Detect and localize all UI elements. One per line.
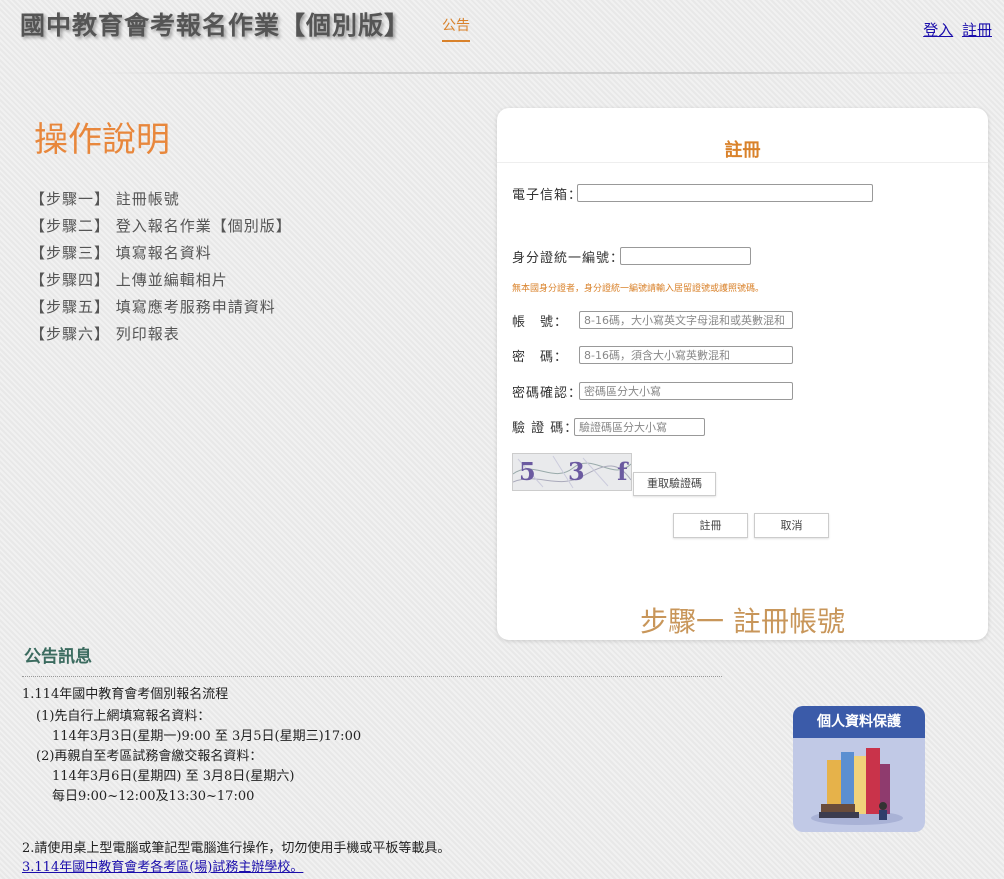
exam-schools-link[interactable]: 3.114年國中教育會考各考區(場)試務主辦學校。 [22, 856, 303, 875]
privacy-title: 個人資料保護 [793, 706, 925, 738]
step-item[interactable]: 【步驟一】 註冊帳號 [30, 188, 292, 215]
announcement-line: 114年3月6日(星期四) 至 3月8日(星期六) [52, 769, 295, 784]
login-link[interactable]: 登入 [923, 21, 953, 39]
step-item[interactable]: 【步驟六】 列印報表 [30, 323, 292, 350]
submit-button[interactable]: 註冊 [673, 513, 748, 538]
captcha-image: 5 3 f 0 [512, 453, 677, 491]
header-divider [80, 72, 1000, 74]
captcha-field[interactable] [574, 418, 705, 436]
register-link[interactable]: 註冊 [962, 21, 992, 39]
ops-title: 操作說明 [34, 120, 170, 160]
refresh-captcha-button[interactable]: 重取驗證碼 [633, 472, 716, 496]
step-item[interactable]: 【步驟二】 登入報名作業【個別版】 [30, 215, 292, 242]
announcement-line: 每日9:00~12:00及13:30~17:00 [52, 789, 255, 804]
register-panel: 註冊 電子信箱： 身分證統一編號： 無本國身分證者，身分證統一編號請輸入居留證號… [497, 108, 988, 640]
announcement-line: 114年3月3日(星期一)9:00 至 3月5日(星期三)17:00 [52, 729, 362, 744]
books-illustration-icon [811, 748, 903, 825]
announcement-line: 1.114年國中教育會考個別報名流程 [22, 687, 229, 702]
announcement-line: (2)再親自至考區試務會繳交報名資料： [36, 749, 263, 764]
id-number-field[interactable] [620, 247, 751, 265]
top-links: 登入 註冊 [919, 19, 992, 40]
id-note: 無本國身分證者，身分證統一編號請輸入居留證號或護照號碼。 [512, 284, 765, 294]
email-field[interactable] [577, 184, 873, 202]
step-item[interactable]: 【步驟三】 填寫報名資料 [30, 242, 292, 269]
privacy-card[interactable]: 個人資料保護 [793, 706, 925, 832]
captcha-text: 5 3 f 0 [519, 457, 631, 486]
announcements-divider [22, 676, 722, 677]
confirm-password-label: 密碼確認： [512, 386, 583, 401]
steps-list: 【步驟一】 註冊帳號 【步驟二】 登入報名作業【個別版】 【步驟三】 填寫報名資… [30, 188, 292, 350]
captcha-label: 驗 證 碼： [512, 421, 579, 436]
id-label: 身分證統一編號： [512, 251, 625, 266]
account-field[interactable] [579, 311, 793, 329]
panel-divider [497, 162, 988, 163]
nav-announce-tab[interactable]: 公告 [442, 15, 470, 42]
captcha-noise-icon: 5 3 f 0 [512, 455, 677, 489]
password-field[interactable] [579, 346, 793, 364]
register-title: 註冊 [724, 140, 761, 161]
step-caption: 步驟一 註冊帳號 [640, 605, 845, 638]
site-title: 國中教育會考報名作業【個別版】 [20, 11, 411, 40]
password-label: 密 碼： [512, 350, 569, 365]
account-label: 帳 號： [512, 315, 569, 330]
confirm-password-field[interactable] [579, 382, 793, 400]
step-item[interactable]: 【步驟五】 填寫應考服務申請資料 [30, 296, 292, 323]
step-item[interactable]: 【步驟四】 上傳並編輯相片 [30, 269, 292, 296]
announcements-title: 公告訊息 [24, 647, 92, 667]
announcement-line: 2.請使用桌上型電腦或筆記型電腦進行操作，切勿使用手機或平板等載具。 [22, 841, 451, 856]
email-label: 電子信箱： [512, 188, 583, 203]
cancel-button[interactable]: 取消 [754, 513, 829, 538]
announcement-line: (1)先自行上網填寫報名資料： [36, 709, 211, 724]
